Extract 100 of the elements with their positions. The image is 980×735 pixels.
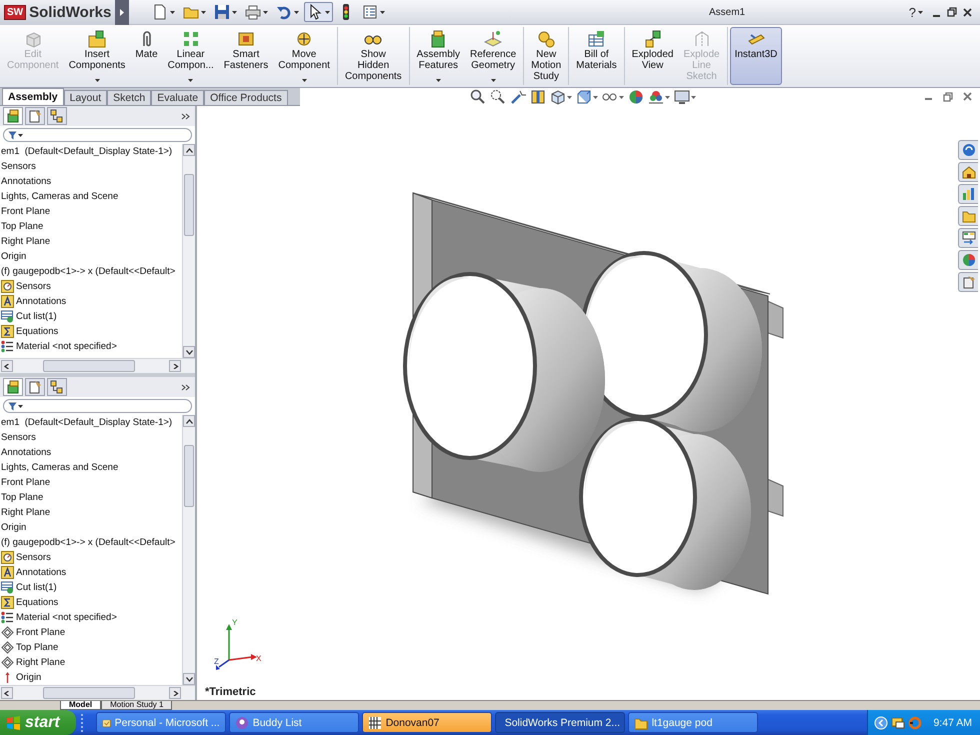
view-orientation-button[interactable] bbox=[550, 89, 572, 105]
tree-item[interactable]: em1 (Default<Default_Display State-1>) bbox=[0, 415, 182, 430]
tree-item[interactable]: Right Plane bbox=[0, 505, 182, 520]
scroll-right-button[interactable] bbox=[169, 687, 181, 699]
start-button[interactable]: start bbox=[0, 710, 76, 735]
tree-item[interactable]: Equations bbox=[0, 324, 182, 339]
tree-item[interactable]: Annotations bbox=[0, 294, 182, 309]
scroll-thumb[interactable] bbox=[43, 687, 135, 699]
tree-item[interactable]: Cut list(1) bbox=[0, 580, 182, 595]
feature-tree-tab[interactable] bbox=[3, 107, 23, 125]
scroll-thumb[interactable] bbox=[184, 445, 194, 507]
filter-field[interactable] bbox=[3, 128, 192, 142]
double-chevron-icon[interactable] bbox=[181, 112, 190, 120]
tab[interactable]: Model bbox=[60, 701, 102, 710]
task-pane-tab[interactable] bbox=[958, 184, 978, 204]
taskbar-button[interactable]: Buddy List bbox=[228, 712, 359, 733]
tree-item[interactable]: Sensors bbox=[0, 430, 182, 445]
tree-item[interactable]: Right Plane bbox=[0, 655, 182, 670]
configuration-tab[interactable] bbox=[47, 107, 67, 125]
task-pane-tab[interactable] bbox=[958, 162, 978, 182]
task-pane-tab[interactable] bbox=[958, 250, 978, 270]
scroll-down-button[interactable] bbox=[183, 346, 195, 358]
tree-item[interactable]: Cut list(1) bbox=[0, 309, 182, 324]
scroll-right-button[interactable] bbox=[169, 360, 181, 372]
taskbar-button[interactable]: lt1gauge pod bbox=[628, 712, 758, 733]
view-settings-button[interactable] bbox=[674, 89, 696, 105]
sync-icon[interactable] bbox=[908, 716, 922, 730]
filter-field[interactable] bbox=[3, 399, 192, 413]
vertical-scrollbar[interactable] bbox=[182, 144, 195, 358]
expand-icon[interactable] bbox=[874, 716, 888, 730]
command-button[interactable]: Assembly Features bbox=[412, 27, 466, 85]
command-button[interactable]: Show Hidden Components bbox=[340, 27, 407, 85]
command-button[interactable]: Smart Fasteners bbox=[218, 27, 274, 85]
command-button[interactable]: Reference Geometry bbox=[465, 27, 522, 85]
double-chevron-icon[interactable] bbox=[181, 384, 190, 390]
scroll-thumb[interactable] bbox=[43, 360, 135, 372]
tree-item[interactable]: Front Plane bbox=[0, 204, 182, 219]
scroll-up-button[interactable] bbox=[183, 144, 195, 156]
tree-item[interactable]: Top Plane bbox=[0, 490, 182, 505]
tree-item[interactable]: Lights, Cameras and Scene bbox=[0, 189, 182, 204]
configuration-tab[interactable] bbox=[47, 378, 67, 396]
scroll-left-button[interactable] bbox=[1, 687, 13, 699]
task-pane-tab[interactable] bbox=[958, 228, 978, 248]
appearance-button[interactable] bbox=[628, 89, 644, 105]
restore-icon[interactable] bbox=[947, 7, 957, 17]
tree-item[interactable]: (f) gaugepodb<1>-> x (Default<<Default> bbox=[0, 535, 182, 550]
command-button[interactable]: New Motion Study bbox=[526, 27, 566, 85]
menu-button[interactable] bbox=[115, 0, 130, 24]
task-pane-tab[interactable] bbox=[958, 140, 978, 160]
feature-tree-tab[interactable] bbox=[3, 378, 23, 396]
task-pane-tab[interactable] bbox=[958, 206, 978, 226]
tree-item[interactable]: Origin bbox=[0, 520, 182, 535]
tree-item[interactable]: Front Plane bbox=[0, 475, 182, 490]
tree-item[interactable]: Front Plane bbox=[0, 625, 182, 640]
command-button[interactable]: Move Component bbox=[273, 27, 335, 85]
command-button[interactable]: Instant3D bbox=[730, 27, 782, 85]
tree-item[interactable]: Top Plane bbox=[0, 219, 182, 234]
help-button[interactable]: ? bbox=[906, 2, 926, 22]
task-pane-tab[interactable] bbox=[958, 272, 978, 292]
command-button[interactable]: Exploded View bbox=[626, 27, 678, 85]
tree-item[interactable]: Lights, Cameras and Scene bbox=[0, 460, 182, 475]
tree-item[interactable]: Annotations bbox=[0, 565, 182, 580]
chat-icon[interactable] bbox=[891, 716, 906, 730]
tree-item[interactable]: Sensors bbox=[0, 159, 182, 174]
hide-show-button[interactable] bbox=[602, 93, 624, 101]
taskbar-button[interactable]: SolidWorks Premium 2... bbox=[494, 712, 625, 733]
property-tab[interactable] bbox=[25, 107, 45, 125]
property-tab[interactable] bbox=[25, 378, 45, 396]
tab[interactable]: Evaluate bbox=[151, 90, 204, 105]
tree-item[interactable]: Origin bbox=[0, 249, 182, 264]
select-button[interactable] bbox=[304, 2, 334, 22]
scene-button[interactable] bbox=[648, 89, 670, 105]
scroll-down-button[interactable] bbox=[183, 673, 195, 685]
tab[interactable]: Sketch bbox=[107, 90, 152, 105]
tree-item[interactable]: Sensors bbox=[0, 279, 182, 294]
tree-item[interactable]: Annotations bbox=[0, 174, 182, 189]
taskbar-button[interactable]: Personal - Microsoft ... bbox=[96, 712, 226, 733]
horizontal-scrollbar[interactable] bbox=[0, 358, 195, 373]
horizontal-scrollbar[interactable] bbox=[0, 685, 195, 700]
taskbar-button[interactable]: Donovan07 bbox=[362, 712, 492, 733]
scroll-thumb[interactable] bbox=[184, 174, 194, 236]
tree-item[interactable]: Material <not specified> bbox=[0, 339, 182, 354]
tab[interactable]: Layout bbox=[64, 90, 108, 105]
tree-item[interactable]: em1 (Default<Default_Display State-1>) bbox=[0, 144, 182, 159]
tab[interactable]: Office Products bbox=[204, 90, 288, 105]
command-button[interactable]: Mate bbox=[130, 27, 163, 85]
tree-item[interactable]: Right Plane bbox=[0, 234, 182, 249]
tab[interactable]: Assembly bbox=[2, 88, 64, 105]
zoom-area-button[interactable] bbox=[490, 89, 506, 105]
tree-item[interactable]: Sensors bbox=[0, 550, 182, 565]
previous-view-button[interactable] bbox=[510, 89, 526, 105]
tab[interactable]: Motion Study 1 bbox=[101, 701, 172, 710]
tree-item[interactable]: Material <not specified> bbox=[0, 610, 182, 625]
tree-item[interactable]: Origin bbox=[0, 670, 182, 685]
tree-item[interactable]: (f) gaugepodb<1>-> x (Default<<Default> bbox=[0, 264, 182, 279]
tree-item[interactable]: Equations bbox=[0, 595, 182, 610]
tree-item[interactable]: Annotations bbox=[0, 445, 182, 460]
tree-item[interactable]: Top Plane bbox=[0, 640, 182, 655]
command-button[interactable]: Insert Components bbox=[64, 27, 130, 85]
zoom-to-fit-button[interactable] bbox=[470, 89, 486, 105]
